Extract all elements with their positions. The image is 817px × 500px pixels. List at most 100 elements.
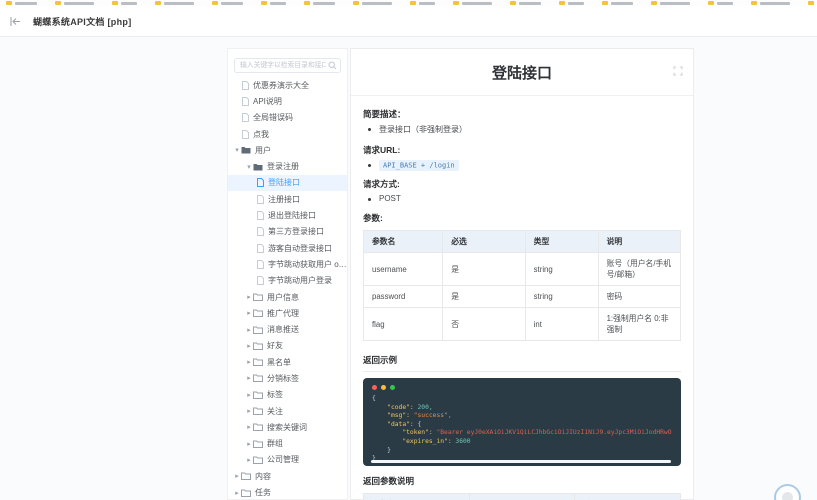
bookmark-item[interactable]	[410, 1, 435, 5]
table-header-row: 参数名 类型 说明	[364, 494, 681, 500]
sidebar-tree-folder[interactable]: ▸ 分销标签	[228, 370, 347, 386]
bookmark-item[interactable]	[353, 1, 392, 5]
sidebar-tree-folder[interactable]: ▸ 公司管理	[228, 452, 347, 468]
bookmark-label	[568, 2, 584, 5]
code-key: "expires_in":	[372, 438, 455, 445]
folder-icon	[253, 293, 263, 301]
bookmark-item[interactable]	[304, 1, 335, 5]
bookmark-label	[313, 2, 335, 5]
bookmark-item[interactable]	[808, 1, 817, 5]
tree-item-label: 分销标签	[267, 373, 299, 384]
bookmark-item[interactable]	[55, 1, 94, 5]
chevron-right-icon: ▸	[245, 456, 253, 464]
tree-item-label: 字节跳动用户登录	[268, 275, 332, 286]
bookmark-item[interactable]	[6, 1, 37, 5]
tree-item-label: 用户信息	[267, 292, 299, 303]
sidebar-tree-folder[interactable]: ▸ 关注	[228, 403, 347, 419]
sidebar-tree-item[interactable]: 注册接口	[228, 191, 347, 207]
search-input[interactable]	[234, 58, 341, 73]
sidebar-tree-item[interactable]: 游客自动登录接口	[228, 240, 347, 256]
sidebar-tree-folder[interactable]: ▸ 搜索关键词	[228, 419, 347, 435]
sidebar-tree-item[interactable]: 点我	[228, 126, 347, 142]
request-method-label: 请求方式:	[363, 178, 681, 190]
fullscreen-icon[interactable]	[673, 63, 683, 81]
feedback-button[interactable]	[774, 484, 801, 500]
table-cell: password	[364, 286, 443, 308]
sidebar-tree-item[interactable]: 退出登陆接口	[228, 207, 347, 223]
sidebar-tree-item[interactable]: 优惠券演示大全	[228, 77, 347, 93]
column-header: 类型	[469, 494, 575, 500]
document-icon	[242, 130, 249, 139]
document-icon	[257, 195, 264, 204]
chevron-right-icon: ▸	[245, 293, 253, 301]
tree-item-label: 第三方登录接口	[268, 226, 324, 237]
tree-item-label: 优惠券演示大全	[253, 80, 309, 91]
sidebar-tree-folder[interactable]: ▸ 推广代理	[228, 305, 347, 321]
bookmark-item[interactable]	[510, 1, 541, 5]
sidebar-tree-folder[interactable]: ▸ 消息推送	[228, 321, 347, 337]
bookmark-item[interactable]	[751, 1, 790, 5]
table-cell: username	[364, 253, 443, 286]
sidebar-tree-folder[interactable]: ▸ 标签	[228, 387, 347, 403]
collapse-sidebar-icon[interactable]	[10, 15, 24, 27]
sidebar-tree-folder[interactable]: ▸ 内容	[228, 468, 347, 484]
bookmark-label	[164, 2, 194, 5]
bookmark-item[interactable]	[708, 1, 733, 5]
sidebar-tree-folder[interactable]: ▸ 好友	[228, 338, 347, 354]
sidebar-tree-item[interactable]: 字节跳动用户登录	[228, 273, 347, 289]
tree-item-label: 推广代理	[267, 308, 299, 319]
document-icon	[257, 178, 264, 187]
sidebar-tree-item[interactable]: API说明	[228, 93, 347, 109]
bookmark-item[interactable]	[155, 1, 194, 5]
tree-item-label: 游客自动登录接口	[268, 243, 332, 254]
document-icon	[242, 81, 249, 90]
folder-open-icon	[241, 146, 251, 154]
red-dot-icon	[372, 385, 377, 390]
bookmark-label	[519, 2, 541, 5]
brief-label: 简要描述：	[363, 108, 681, 120]
bookmark-item[interactable]	[559, 1, 584, 5]
folder-icon	[6, 1, 12, 5]
table-cell: 密码	[598, 286, 680, 308]
sidebar-tree-item-selected[interactable]: 登陆接口	[228, 175, 347, 191]
document-icon	[257, 276, 264, 285]
code-line: "msg": "success",	[372, 412, 672, 421]
bookmark-item[interactable]	[602, 1, 633, 5]
sidebar-tree-folder[interactable]: ▸ 用户信息	[228, 289, 347, 305]
document-icon	[257, 260, 264, 269]
table-row: password 是 string 密码	[364, 286, 681, 308]
sidebar-tree-item[interactable]: 全局错误码	[228, 110, 347, 126]
folder-icon	[253, 407, 263, 415]
bookmark-item[interactable]	[651, 1, 690, 5]
table-cell: string	[525, 286, 598, 308]
code-line: "expires_in": 3600	[372, 438, 672, 447]
horizontal-scrollbar[interactable]	[371, 460, 671, 463]
bookmark-label	[64, 2, 94, 5]
table-cell: 是	[443, 253, 525, 286]
folder-icon	[559, 1, 565, 5]
bookmark-item[interactable]	[212, 1, 243, 5]
tree-item-label: 黑名单	[267, 357, 291, 368]
table-cell: flag	[364, 308, 443, 341]
sidebar-tree-item[interactable]: 第三方登录接口	[228, 224, 347, 240]
sidebar-tree-folder[interactable]: ▾ 用户	[228, 142, 347, 158]
document-icon	[257, 211, 264, 220]
bookmark-label	[362, 2, 392, 5]
folder-icon	[112, 1, 118, 5]
bookmark-item[interactable]	[261, 1, 286, 5]
bookmark-label	[15, 2, 37, 5]
bookmark-item[interactable]	[453, 1, 492, 5]
folder-icon	[651, 1, 657, 5]
tree-item-label: 搜索关键词	[267, 422, 307, 433]
chevron-right-icon: ▸	[245, 342, 253, 350]
sidebar-tree-folder[interactable]: ▸ 黑名单	[228, 354, 347, 370]
sidebar-tree-folder[interactable]: ▾ 登录注册	[228, 158, 347, 174]
chevron-down-icon: ▾	[245, 163, 253, 171]
sidebar-tree-folder[interactable]: ▸ 群组	[228, 436, 347, 452]
sidebar-tree-item[interactable]: 字节跳动获取用户 openid	[228, 256, 347, 272]
brief-item: 登录接口（非强制登录）	[366, 124, 681, 135]
table-cell: 1:强制用户名 0:非强制	[598, 308, 680, 341]
sidebar-tree-folder[interactable]: ▸ 任务	[228, 484, 347, 500]
tree-item-label: 消息推送	[267, 324, 299, 335]
bookmark-item[interactable]	[112, 1, 137, 5]
